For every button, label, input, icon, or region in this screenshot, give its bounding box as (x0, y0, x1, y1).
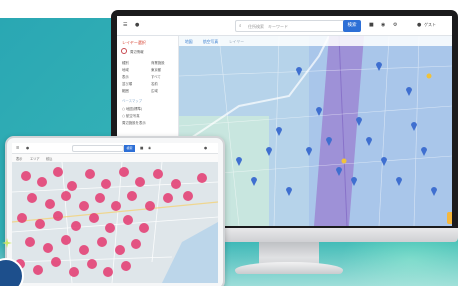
sidebar-title: レイヤー選択 (122, 40, 146, 45)
subbar-label[interactable]: 絞込 (46, 156, 52, 161)
map-pin-icon[interactable]: ● (135, 22, 139, 28)
hamburger-icon[interactable]: ☰ (123, 22, 127, 28)
subbar-label[interactable]: エリア (30, 156, 40, 161)
sidebar-row-label: 表示 (122, 75, 129, 79)
tab-layers[interactable]: レイヤー (229, 39, 244, 45)
sidebar-option[interactable]: ○ 航空写真 (122, 113, 140, 118)
sidebar-row-value[interactable]: 名前 (151, 81, 158, 86)
sparkle-icon (2, 238, 12, 248)
tablet-map[interactable] (12, 161, 218, 283)
sidebar-row-label: 地域 (122, 68, 129, 72)
search-input[interactable]: ⌕ 住所検索 キーワード (235, 20, 345, 32)
search-input[interactable] (72, 145, 124, 152)
settings-icon[interactable]: ⚙ (393, 22, 397, 28)
sidebar-option[interactable]: ○ 地図(標準) (122, 106, 142, 111)
sidebar-row-value[interactable]: すべて (151, 74, 161, 79)
account-label[interactable]: ゲスト (424, 22, 436, 28)
tablet-subbar: 表示 エリア 絞込 (12, 154, 218, 162)
sidebar-option-label: 地図(標準) (126, 107, 143, 111)
account-icon[interactable]: ● (417, 22, 421, 28)
pin-icon[interactable]: ◉ (148, 146, 151, 150)
sidebar-subsection: ベースマップ (122, 99, 143, 103)
tablet-device: ☰ ● 検索 ■ ◉ ● 表示 エリア 絞込 (5, 136, 225, 286)
pin-icon[interactable]: ◉ (381, 22, 385, 28)
monitor-foot (235, 262, 343, 274)
tab-map[interactable]: 地図 (185, 39, 193, 45)
layers-icon[interactable]: ■ (369, 22, 374, 28)
sidebar-row-value[interactable]: 広域 (151, 88, 158, 93)
street-view-icon[interactable] (447, 212, 452, 224)
hamburger-icon[interactable]: ☰ (16, 146, 19, 150)
layers-icon[interactable]: ■ (140, 146, 143, 150)
sidebar-row-label: 範囲 (122, 89, 129, 93)
tablet-topbar: ☰ ● 検索 ■ ◉ ● (12, 143, 218, 154)
tablet-map-canvas (12, 161, 218, 283)
search-placeholder: 住所検索 キーワード (248, 24, 288, 29)
subbar-label[interactable]: 表示 (16, 156, 22, 161)
sidebar-row-label: 並び順 (122, 82, 133, 86)
sidebar-section: 周辺情報 (130, 50, 144, 54)
sidebar-row-value[interactable]: 商業施設 (151, 60, 165, 65)
search-button[interactable]: 検索 (124, 145, 135, 152)
map-pin-icon[interactable]: ● (26, 146, 29, 150)
tablet-screen: ☰ ● 検索 ■ ◉ ● 表示 エリア 絞込 (12, 143, 218, 283)
sidebar-extra[interactable]: 周辺施設を表示 (122, 120, 146, 125)
account-icon[interactable]: ● (204, 146, 207, 150)
search-button[interactable]: 検索 (343, 20, 361, 32)
tab-aerial[interactable]: 航空写真 (203, 39, 218, 45)
desktop-topbar: ☰ ● ⌕ 住所検索 キーワード 検索 ■ ◉ ⚙ ● ゲスト (117, 16, 452, 36)
search-icon: ⌕ (239, 24, 242, 29)
map-tabbar: 地図 航空写真 レイヤー (179, 36, 452, 46)
sidebar-option-label: 航空写真 (126, 114, 140, 118)
layer-chip-icon[interactable] (121, 48, 127, 54)
sidebar-row-label: 種別 (122, 61, 129, 65)
sidebar-row-value[interactable]: 東京都 (151, 67, 161, 72)
